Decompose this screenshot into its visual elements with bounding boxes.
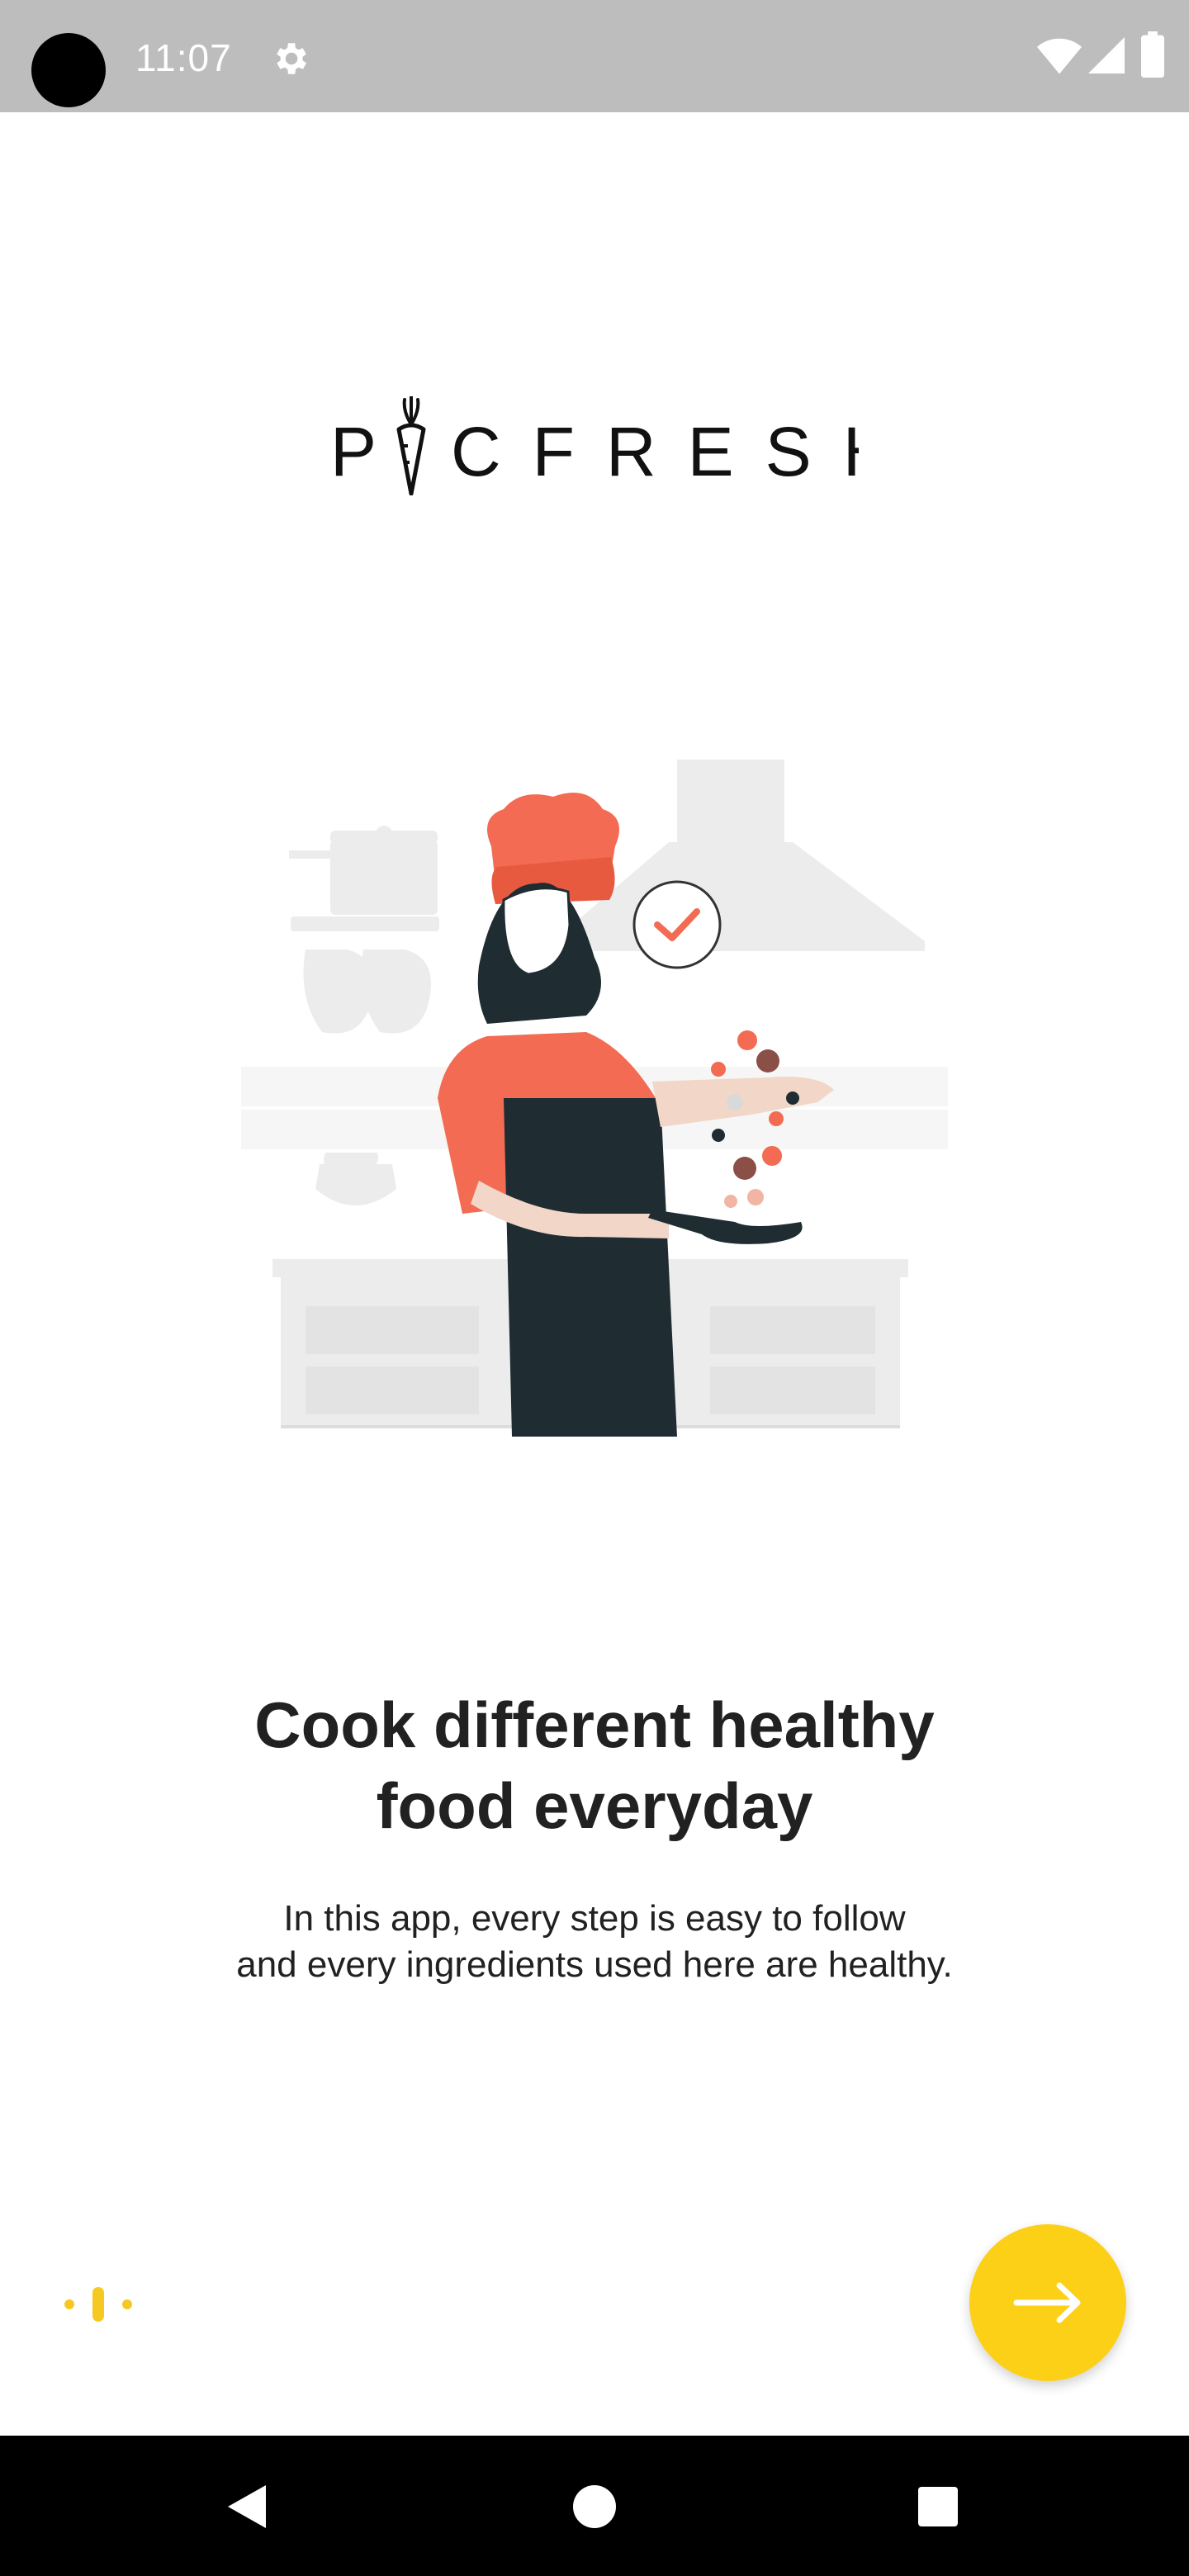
onboarding-title-line2: food everyday bbox=[376, 1769, 813, 1842]
wifi-icon bbox=[1037, 38, 1082, 74]
camera-cutout bbox=[31, 33, 106, 107]
home-icon[interactable] bbox=[571, 2484, 618, 2530]
arrow-right-icon bbox=[1013, 2282, 1081, 2323]
battery-icon bbox=[1141, 31, 1164, 78]
page-dot-1[interactable] bbox=[64, 2299, 74, 2309]
onboarding-description: In this app, every step is easy to follo… bbox=[99, 1896, 1090, 1988]
page-dot-2-active[interactable] bbox=[92, 2287, 104, 2322]
system-nav-bar bbox=[0, 2436, 1189, 2576]
recents-icon[interactable] bbox=[917, 2485, 959, 2528]
next-button[interactable] bbox=[969, 2224, 1126, 2381]
page-indicator bbox=[61, 2287, 144, 2322]
onboarding-description-line2: and every ingredients used here are heal… bbox=[236, 1944, 953, 1985]
onboarding-title: Cook different healthy food everyday bbox=[99, 1684, 1090, 1846]
onboarding-title-line1: Cook different healthy bbox=[254, 1688, 935, 1761]
carrot-icon bbox=[396, 396, 426, 495]
page-dot-3[interactable] bbox=[122, 2299, 132, 2309]
picfresh-logo: P CFRESH bbox=[330, 396, 859, 495]
back-icon[interactable] bbox=[223, 2484, 271, 2530]
svg-text:P: P bbox=[330, 413, 380, 490]
onboarding-description-line1: In this app, every step is easy to follo… bbox=[283, 1898, 906, 1939]
signal-icon bbox=[1088, 37, 1125, 73]
status-bar: 11:07 bbox=[0, 0, 1189, 112]
gear-icon bbox=[277, 43, 306, 74]
svg-text:CFRESH: CFRESH bbox=[451, 413, 859, 490]
chef-cooking-illustration bbox=[239, 760, 950, 1437]
status-time: 11:07 bbox=[135, 36, 232, 79]
